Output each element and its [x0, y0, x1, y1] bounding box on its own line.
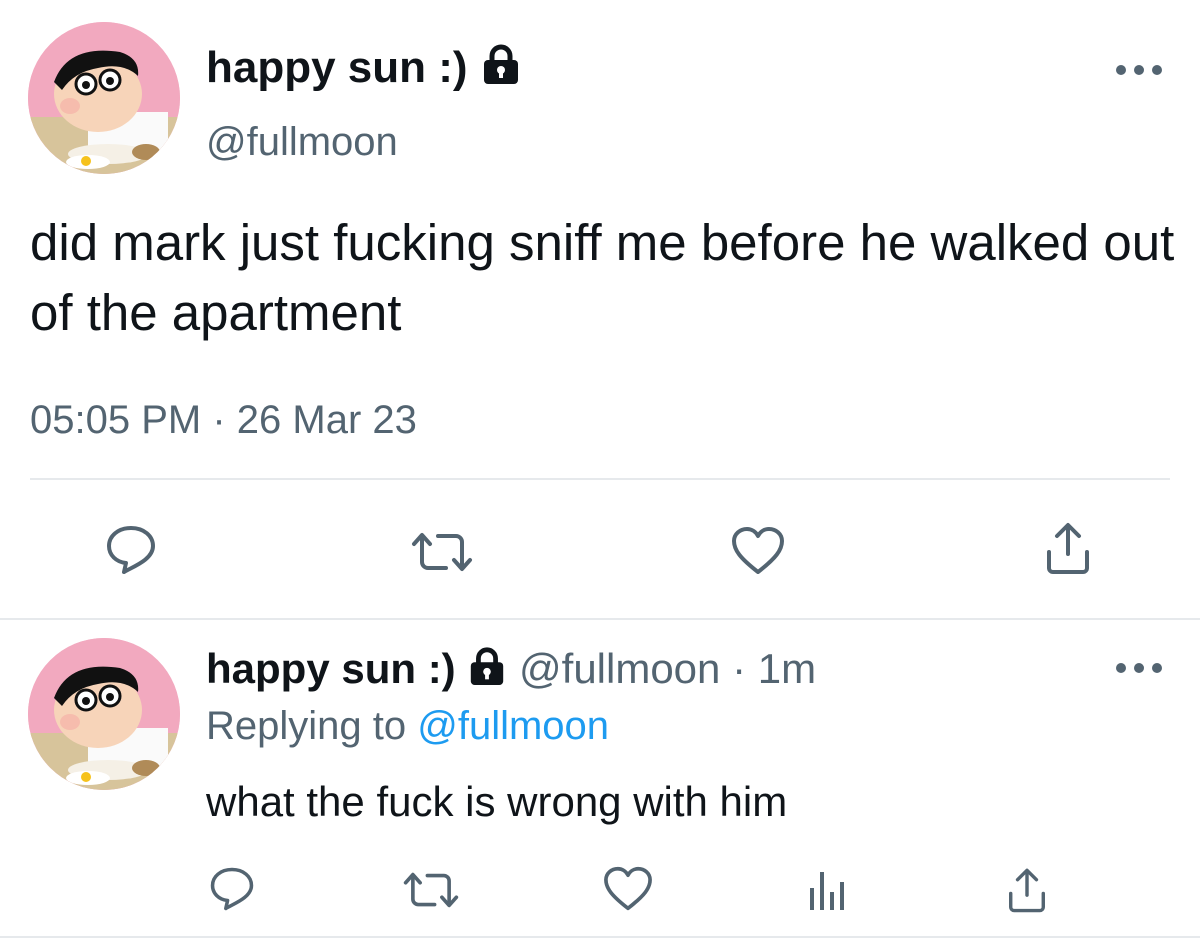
reply-text: what the fuck is wrong with him: [206, 778, 788, 825]
reply-avatar[interactable]: [28, 638, 180, 790]
more-icon[interactable]: [1114, 660, 1164, 681]
lock-icon: [467, 646, 507, 697]
heart-icon[interactable]: [730, 526, 786, 576]
reply-display-name[interactable]: happy sun :): [206, 645, 456, 692]
meta-separator: ·: [732, 645, 747, 692]
heart-icon[interactable]: [602, 866, 654, 912]
section-divider: [0, 618, 1200, 620]
replying-mention-link[interactable]: @fullmoon: [417, 704, 609, 748]
analytics-icon[interactable]: [806, 868, 846, 912]
tweet-timestamp[interactable]: 05:05 PM · 26 Mar 23: [30, 396, 417, 444]
meta-separator: ·: [212, 398, 226, 442]
display-name-text: happy sun :): [206, 43, 468, 92]
avatar[interactable]: [28, 22, 180, 174]
share-icon[interactable]: [1006, 866, 1048, 914]
divider: [30, 478, 1170, 480]
reply-age: 1m: [757, 645, 817, 692]
tweet-date: 26 Mar 23: [236, 398, 417, 442]
reply-icon[interactable]: [104, 524, 158, 576]
reply-handle[interactable]: @fullmoon: [519, 645, 720, 692]
retweet-icon[interactable]: [402, 870, 460, 910]
replying-label: Replying to: [206, 704, 407, 748]
lock-icon: [480, 43, 522, 97]
tweet-text: did mark just fucking sniff me before he…: [30, 214, 1175, 341]
avatar-image: [28, 638, 180, 790]
reply-icon[interactable]: [208, 866, 256, 912]
avatar-image: [28, 22, 180, 174]
display-name[interactable]: happy sun :): [206, 42, 522, 97]
reply-header: happy sun :) @fullmoon · 1m: [206, 644, 816, 697]
replying-to: Replying to @fullmoon: [206, 702, 609, 750]
bottom-divider: [0, 936, 1200, 938]
tweet-time: 05:05 PM: [30, 398, 202, 442]
handle[interactable]: @fullmoon: [206, 118, 398, 166]
more-icon[interactable]: [1114, 62, 1164, 83]
retweet-icon[interactable]: [410, 530, 474, 574]
share-icon[interactable]: [1044, 520, 1092, 576]
